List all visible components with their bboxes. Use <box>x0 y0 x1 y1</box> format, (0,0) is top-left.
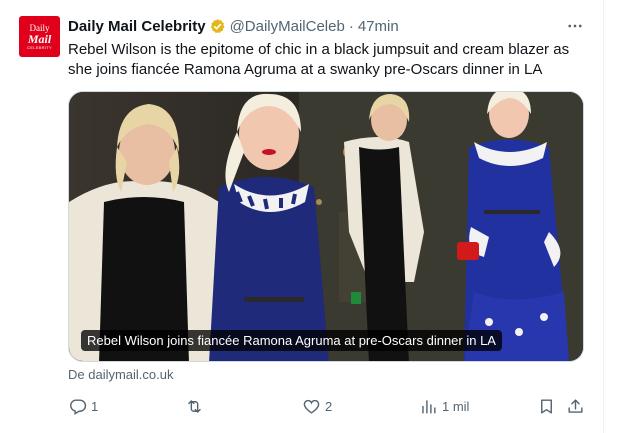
media-photo <box>69 92 583 361</box>
avatar[interactable]: Daily Mail CELEBRITY <box>19 16 60 57</box>
more-icon[interactable] <box>563 14 587 38</box>
author-name[interactable]: Daily Mail Celebrity <box>68 18 206 35</box>
link-source[interactable]: De dailymail.co.uk <box>68 367 174 382</box>
share-button[interactable] <box>566 394 585 418</box>
tweet-text: Rebel Wilson is the epitome of chic in a… <box>68 41 570 78</box>
header-separator: · <box>348 17 354 35</box>
view-count: 1 mil <box>442 398 470 414</box>
author-handle[interactable]: @DailyMailCeleb <box>230 18 345 35</box>
bookmark-icon <box>541 398 552 414</box>
like-button[interactable]: 2 <box>302 394 332 418</box>
reply-icon <box>70 398 87 415</box>
share-icon <box>568 398 583 413</box>
tweet-header: Daily Mail Celebrity @DailyMailCeleb · 4… <box>68 16 399 36</box>
tweet-card[interactable]: Daily Mail CELEBRITY Daily Mail Celebrit… <box>0 0 604 433</box>
reply-count: 1 <box>91 398 99 414</box>
avatar-logo-line3: CELEBRITY <box>27 44 52 50</box>
avatar-logo-line2: Mail <box>27 31 52 46</box>
views-icon <box>422 399 436 414</box>
retweet-icon <box>188 399 201 413</box>
action-bar: 1 2 1 mil <box>0 394 604 418</box>
timestamp[interactable]: 47min <box>358 18 399 35</box>
reply-button[interactable]: 1 <box>68 394 98 418</box>
like-count: 2 <box>325 398 333 414</box>
like-icon <box>303 399 320 414</box>
bookmark-button[interactable] <box>537 394 556 418</box>
retweet-button[interactable] <box>185 394 204 418</box>
views-button[interactable]: 1 mil <box>419 394 469 418</box>
verified-badge-icon[interactable] <box>209 18 226 35</box>
media-caption: Rebel Wilson joins fiancée Ramona Agruma… <box>81 330 502 351</box>
media-card[interactable]: Rebel Wilson joins fiancée Ramona Agruma… <box>68 91 584 362</box>
